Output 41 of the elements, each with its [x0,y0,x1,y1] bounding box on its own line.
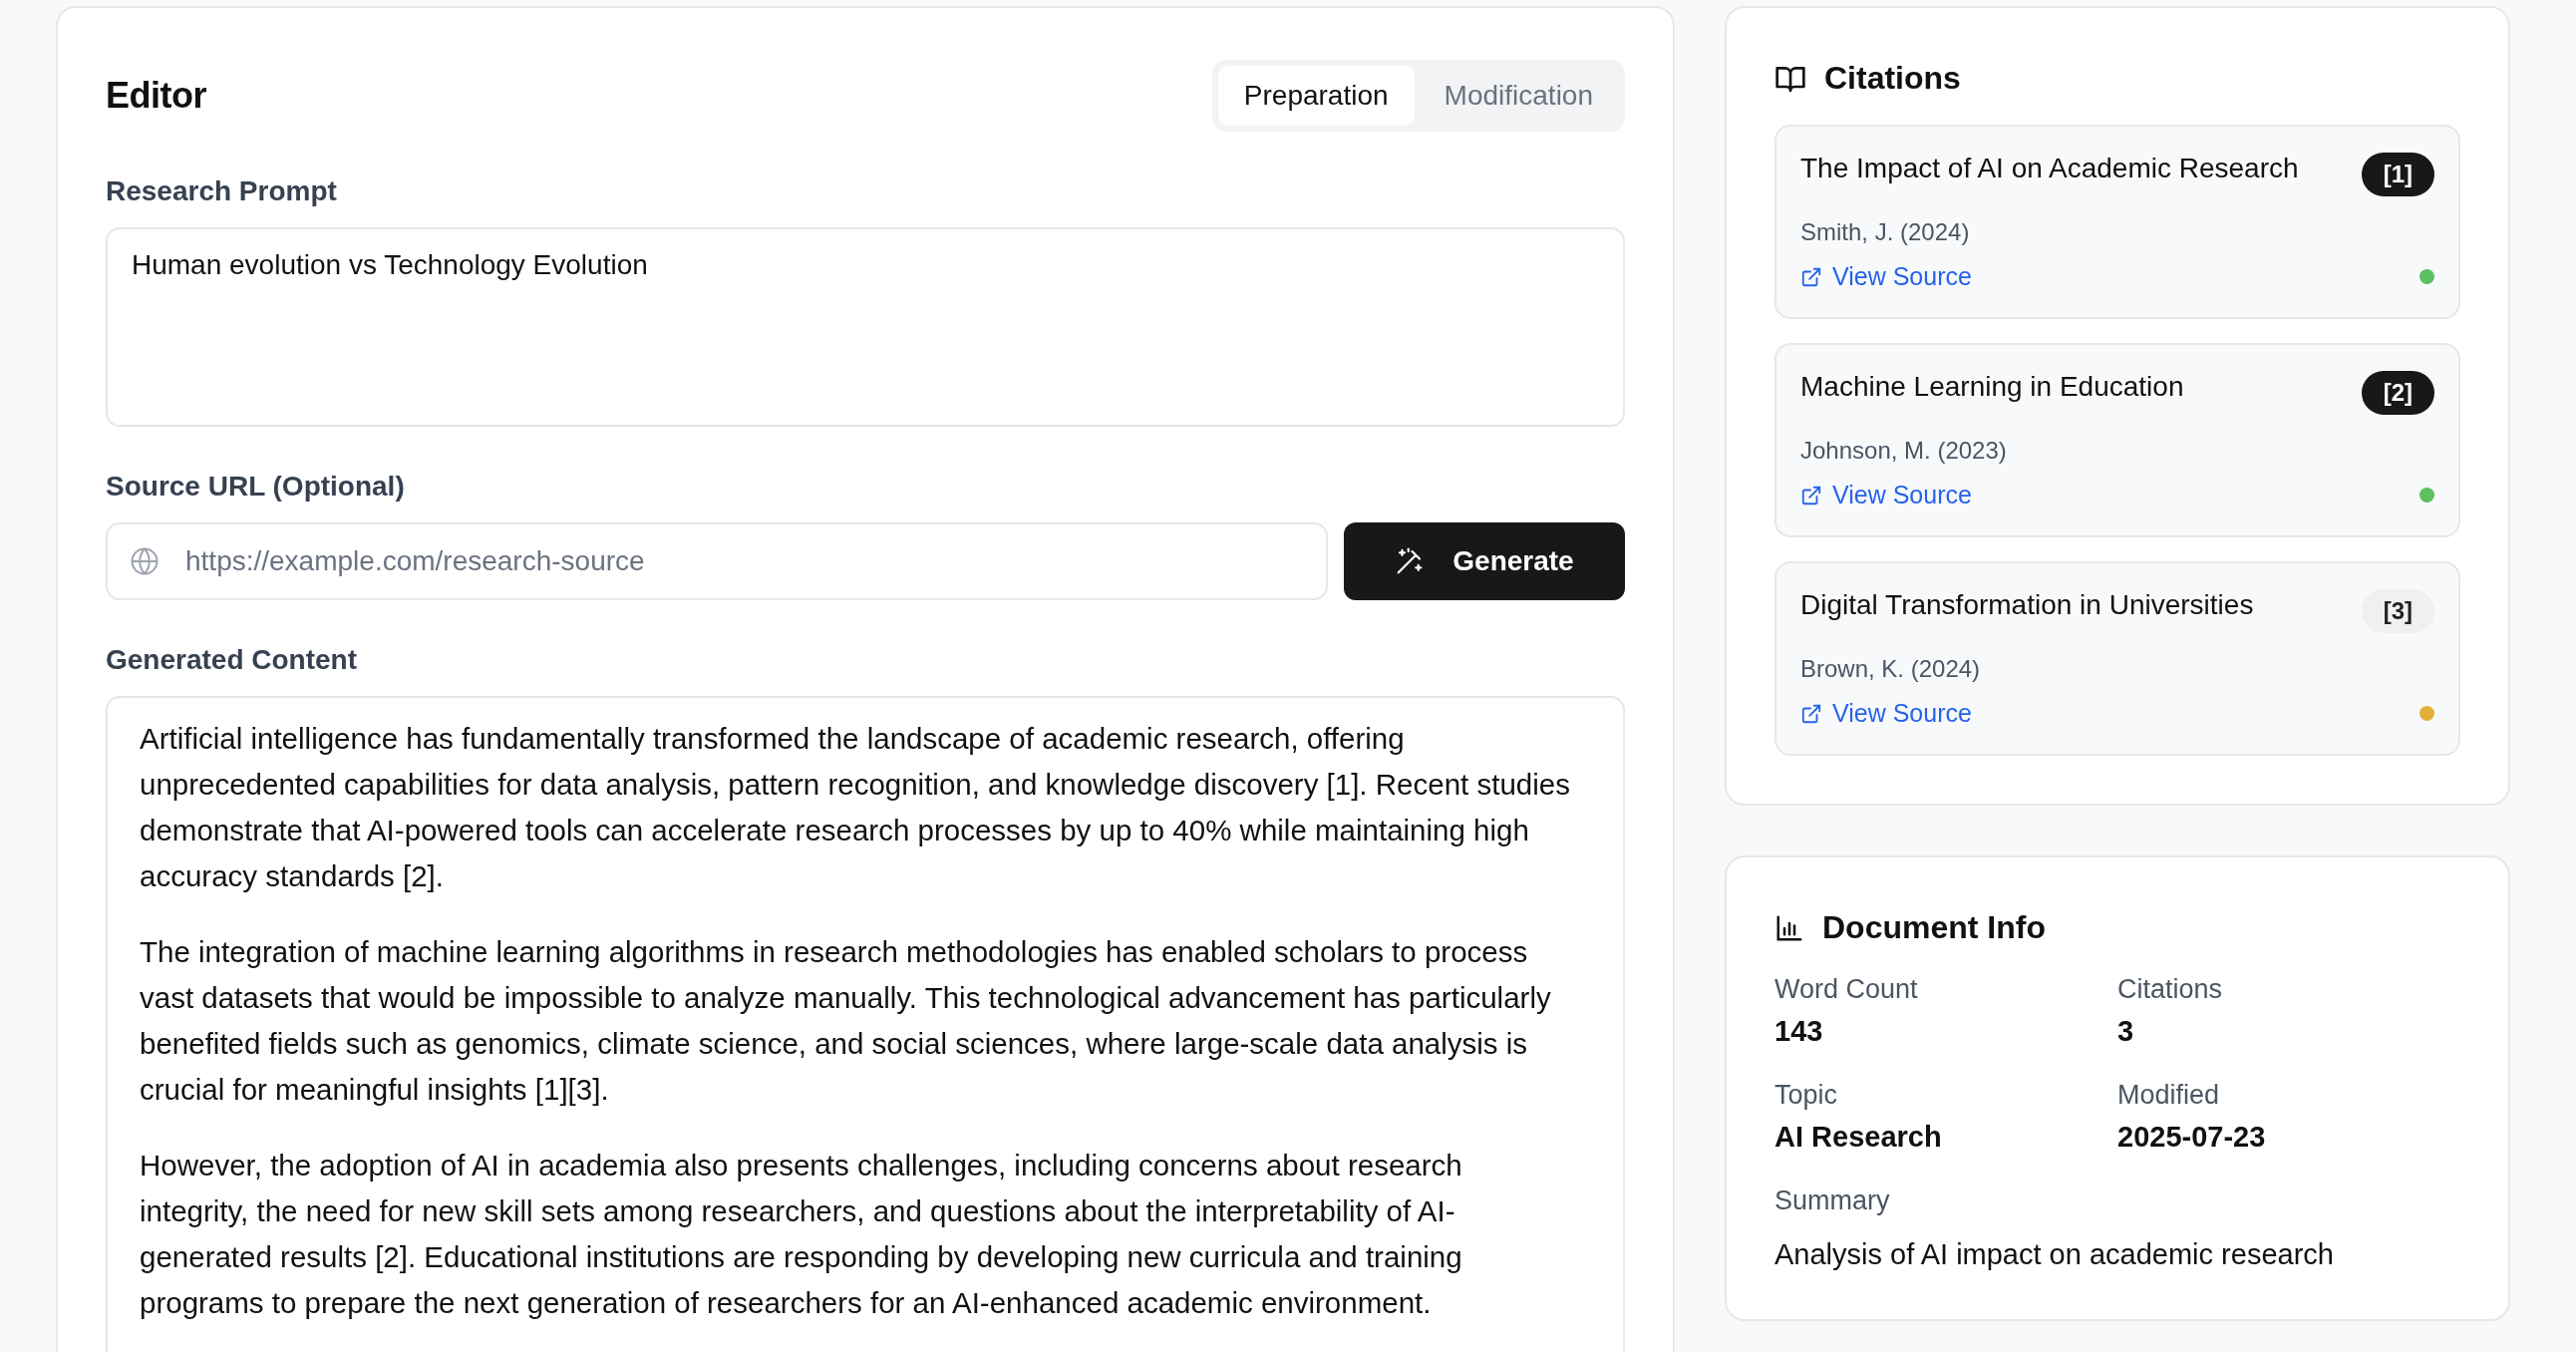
info-value: 143 [1774,1015,1824,1048]
info-label: Summary [1774,1185,1890,1215]
view-source-link[interactable]: View Source [1800,262,1972,291]
citation-author: Smith, J. (2024) [1800,218,1971,246]
globe-icon [130,546,160,576]
view-source-link[interactable]: View Source [1800,699,1972,728]
content-area[interactable] [106,696,1625,1352]
citation-title: Digital Transformation in Universities [1800,589,2254,621]
citation-number: [2] [2361,371,2434,415]
citation-author: Brown, K. (2024) [1800,655,1982,683]
paragraph: Artificial intelligence has fundamentally transformed the landscape of academic research, offering unprecedented capabilities for data analysis, pattern recognition, and knowledge discovery [1]. Recent studies demonstrate that AI-powered tools can accelerate research processes by up to 40% while maintaining high accuracy standards [2]. [140,721,1571,894]
citation-author: Johnson, M. (2023) [1800,437,2008,465]
external-link-icon [1800,484,1822,507]
generate-button[interactable]: Generate [1344,522,1625,600]
panel-title: Citations [1824,60,1961,97]
tab[interactable]: Modification [1418,66,1619,126]
panel-title: Document Info [1822,909,2046,946]
info-value: AI Research [1774,1121,1943,1154]
external-link-icon [1800,702,1822,725]
external-link-icon [1800,265,1822,288]
citation-title: Machine Learning in Education [1800,371,2184,403]
citation-title: The Impact of AI on Academic Research [1800,153,2299,184]
paragraph: However, the adoption of AI in academia also presents challenges, including concerns about research integrity, the need for new skill sets among researchers, and questions about the interpretability of AI-generated results [2]. Educational institutions are responding by developing new curricula and training programs to prepare the next generation of researchers for an AI-enhanced academic environment. [140,1148,1463,1321]
field-label: Research Prompt [106,175,338,207]
info-value: 3 [2117,1015,2135,1048]
citation-number: [1] [2361,153,2434,196]
info-value: 2025-07-23 [2117,1121,2267,1154]
info-label: Word Count [1774,974,1918,1004]
url-field[interactable]: https://example.com/research-source [106,522,1328,600]
info-label: Topic [1774,1080,1838,1110]
field-label: Source URL (Optional) [106,471,406,503]
info-label: Modified [2117,1080,2220,1110]
panel-title: Editor [106,75,206,117]
paragraph: The integration of machine learning algorithms in research methodologies has enabled scholars to process vast datasets that would be impossible to analyze manually. This technological advancement has particularly benefited fields such as genomics, climate science, and social sciences, where large-scale data analysis is crucial for meaningful insights [1][3]. [140,934,1552,1108]
view-source-link[interactable]: View Source [1800,481,1972,509]
info-label: Citations [2117,974,2223,1004]
citation-number: [3] [2361,589,2434,633]
field-label: Generated Content [106,644,359,676]
summary-text: Analysis of AI impact on academic research [1774,1238,2335,1271]
prompt-field[interactable]: Human evolution vs Technology Evolution [106,227,1625,427]
tab[interactable]: Preparation [1217,66,1415,126]
